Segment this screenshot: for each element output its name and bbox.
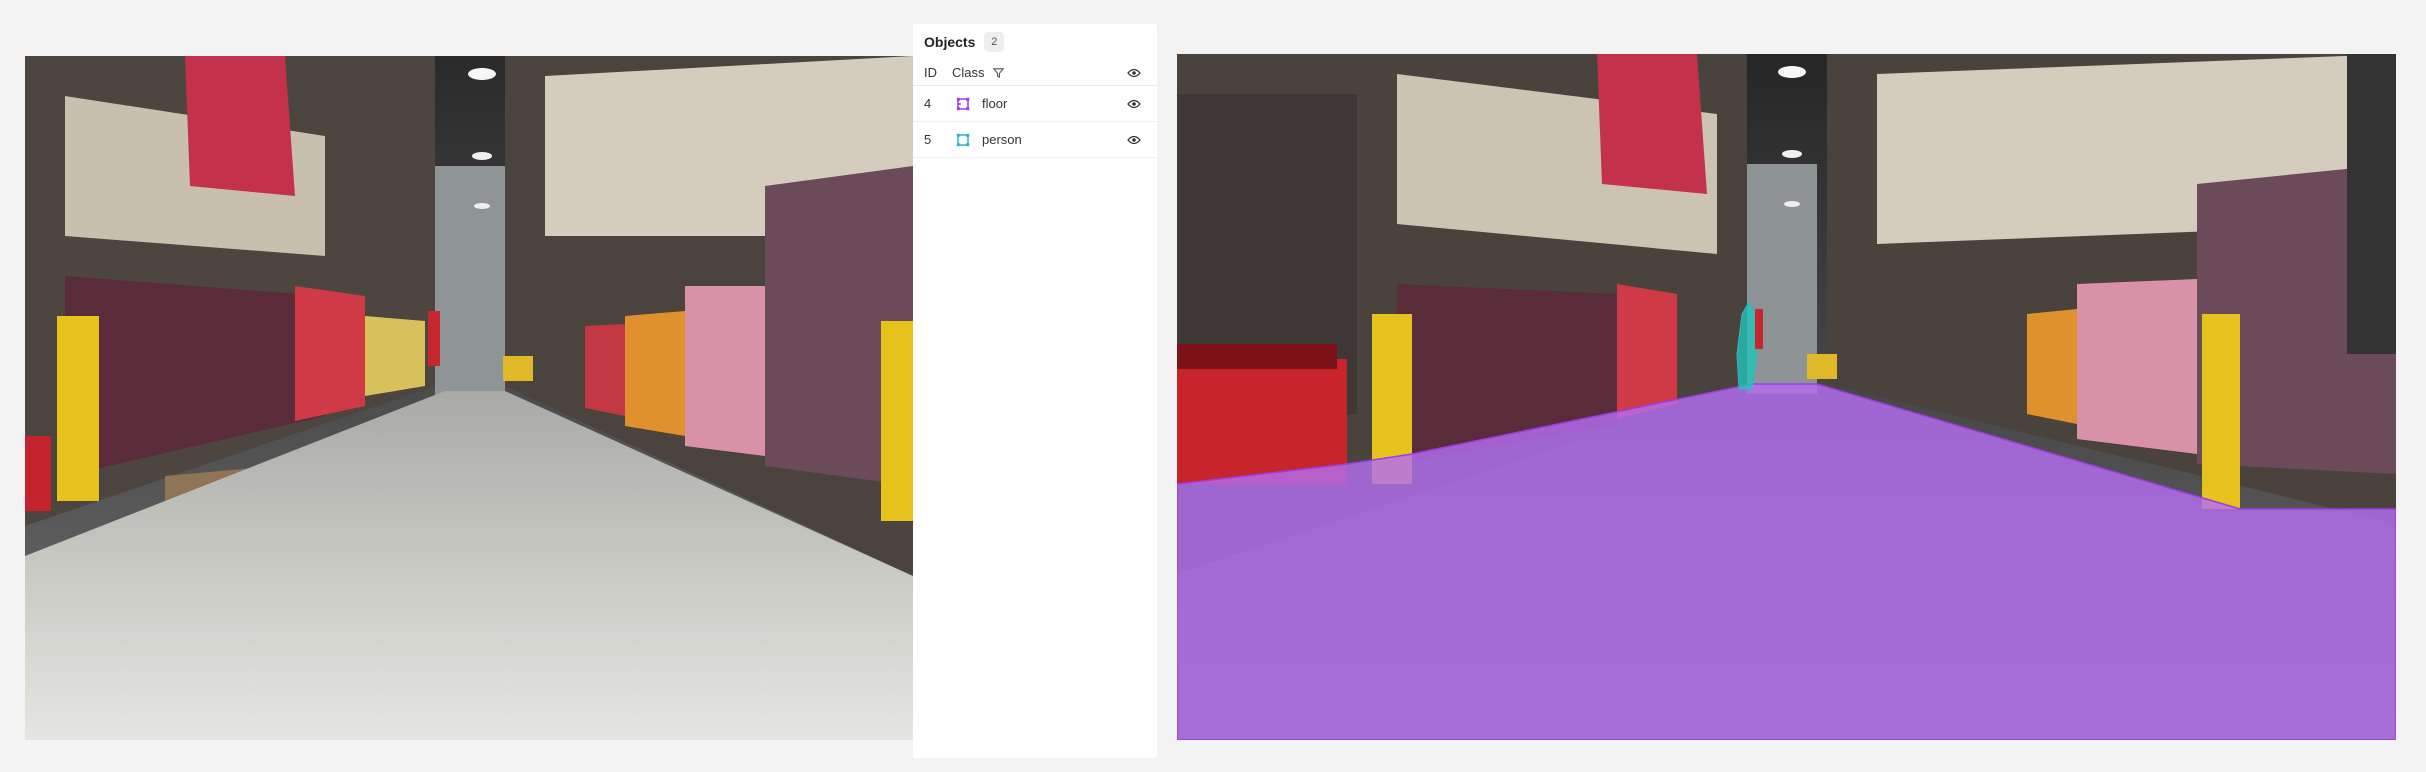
object-class: floor	[952, 96, 1122, 111]
eye-icon[interactable]	[1127, 68, 1141, 78]
eye-icon[interactable]	[1127, 99, 1141, 109]
objects-panel: Objects 2 ID Class 4 floor 5 person	[913, 24, 1157, 758]
class-column-header[interactable]: Class	[952, 65, 1122, 80]
object-count-badge: 2	[984, 32, 1005, 52]
visibility-column-toggle[interactable]	[1122, 68, 1146, 78]
object-visibility-toggle[interactable]	[1122, 99, 1146, 109]
id-column-header[interactable]: ID	[924, 65, 952, 80]
filter-icon[interactable]	[992, 67, 1004, 78]
object-row-person[interactable]: 5 person	[913, 122, 1157, 158]
original-image	[25, 56, 913, 740]
objects-table-header: ID Class	[913, 60, 1157, 86]
eye-icon[interactable]	[1127, 135, 1141, 145]
object-row-floor[interactable]: 4 floor	[913, 86, 1157, 122]
object-id: 5	[924, 132, 932, 147]
polygon-icon	[956, 133, 970, 147]
annotated-image[interactable]	[1177, 54, 2396, 740]
object-class: person	[952, 132, 1122, 147]
warehouse-photo	[25, 56, 913, 740]
class-column-label: Class	[952, 65, 985, 80]
objects-panel-header: Objects 2	[913, 24, 1157, 60]
polygon-icon	[956, 97, 970, 111]
object-id: 4	[924, 96, 932, 111]
object-class-label: floor	[982, 96, 1008, 111]
panel-title: Objects	[924, 34, 976, 50]
object-class-label: person	[982, 132, 1022, 147]
object-visibility-toggle[interactable]	[1122, 135, 1146, 145]
warehouse-photo-annotated	[1177, 54, 2396, 740]
